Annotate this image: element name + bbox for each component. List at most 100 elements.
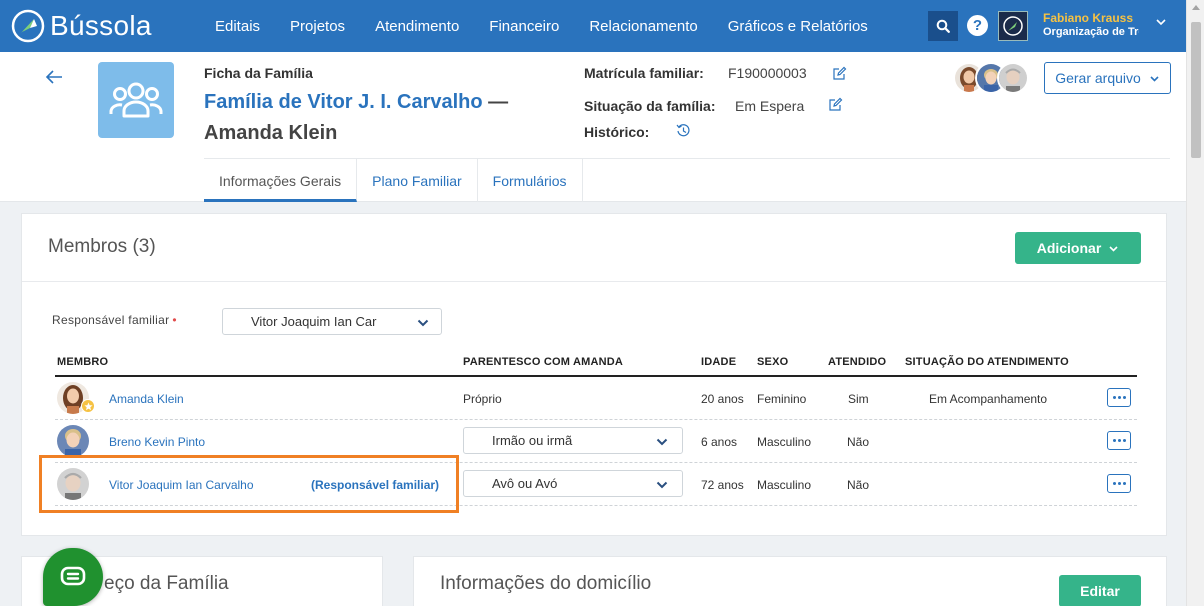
row-separator bbox=[55, 419, 1137, 420]
tab-informacoes-gerais[interactable]: Informações Gerais bbox=[204, 159, 358, 202]
add-member-button[interactable]: Adicionar bbox=[1015, 232, 1141, 264]
family-title-rest: Amanda Klein bbox=[204, 122, 338, 144]
member-sexo: Masculino bbox=[757, 478, 812, 492]
matricula-value: F190000003 bbox=[728, 65, 807, 81]
user-menu[interactable]: Fabiano Krauss Organização de Tre bbox=[1043, 11, 1139, 39]
member-atendido: Não bbox=[847, 435, 870, 449]
member-sexo: Feminino bbox=[757, 392, 807, 406]
org-compass-icon bbox=[1003, 16, 1023, 36]
edit-domicilio-button[interactable]: Editar bbox=[1059, 575, 1141, 606]
nav-item-relacionamento[interactable]: Relacionamento bbox=[589, 18, 697, 35]
situacao-value: Em Espera bbox=[735, 98, 805, 114]
nav-item-financeiro[interactable]: Financeiro bbox=[489, 18, 559, 35]
matricula-label: Matrícula familiar: bbox=[584, 65, 704, 81]
member-idade: 72 anos bbox=[701, 478, 744, 492]
row-actions-button[interactable] bbox=[1107, 474, 1131, 493]
chevron-down-icon bbox=[1150, 75, 1159, 82]
edit-icon[interactable] bbox=[828, 97, 843, 112]
scroll-up-icon[interactable] bbox=[1192, 5, 1200, 10]
member-sexo: Masculino bbox=[757, 435, 812, 449]
table-header-line bbox=[55, 375, 1137, 377]
responsavel-label-text: Responsável familiar bbox=[52, 313, 170, 327]
chevron-down-icon bbox=[1109, 245, 1118, 252]
domicilio-title: Informações do domicílio bbox=[440, 573, 652, 594]
avatar bbox=[997, 62, 1029, 94]
member-idade: 6 anos bbox=[701, 435, 738, 449]
responsavel-select[interactable]: Vitor Joaquim Ian Car bbox=[222, 308, 442, 335]
required-marker: • bbox=[172, 313, 177, 327]
situacao-label: Situação da família: bbox=[584, 98, 716, 114]
parentesco-select-value: Avô ou Avó bbox=[492, 476, 558, 491]
member-name[interactable]: Breno Kevin Pinto bbox=[109, 435, 205, 449]
row-actions-button[interactable] bbox=[1107, 431, 1131, 450]
main-nav: Editais Projetos Atendimento Financeiro … bbox=[200, 0, 883, 52]
address-title: eço da Família bbox=[104, 573, 229, 594]
highlight-box bbox=[39, 455, 459, 513]
edit-icon[interactable] bbox=[832, 66, 847, 81]
member-atendido: Sim bbox=[848, 392, 869, 406]
chevron-down-icon[interactable] bbox=[1155, 16, 1167, 28]
col-header-atendido: ATENDIDO bbox=[828, 356, 887, 368]
member-parentesco: Próprio bbox=[463, 392, 502, 406]
family-avatar bbox=[98, 62, 174, 138]
family-header: Ficha da Família Família de Vitor J. I. … bbox=[0, 52, 1186, 202]
responsavel-select-value: Vitor Joaquim Ian Car bbox=[251, 314, 377, 329]
add-member-label: Adicionar bbox=[1036, 240, 1102, 256]
col-header-sexo: SEXO bbox=[757, 356, 789, 368]
family-title-link[interactable]: Família de Vitor J. I. Carvalho bbox=[204, 91, 483, 113]
tab-plano-familiar[interactable]: Plano Familiar bbox=[357, 159, 478, 202]
history-icon[interactable] bbox=[676, 123, 691, 138]
search-button[interactable] bbox=[928, 11, 958, 41]
parentesco-select[interactable]: Irmão ou irmã bbox=[463, 427, 683, 454]
help-button[interactable]: ? bbox=[967, 15, 988, 36]
parentesco-select-value: Irmão ou irmã bbox=[492, 433, 573, 448]
nav-item-projetos[interactable]: Projetos bbox=[290, 18, 345, 35]
compass-logo-icon bbox=[11, 9, 45, 43]
members-title: Membros (3) bbox=[48, 236, 156, 257]
app-name: Bússola bbox=[50, 10, 152, 41]
user-org: Organização de Tre bbox=[1043, 26, 1139, 38]
nav-item-editais[interactable]: Editais bbox=[215, 18, 260, 35]
historico-label: Histórico: bbox=[584, 124, 650, 140]
search-icon bbox=[936, 19, 950, 33]
parentesco-select[interactable]: Avô ou Avó bbox=[463, 470, 683, 497]
app-logo[interactable]: Bússola bbox=[10, 8, 152, 44]
chevron-down-icon bbox=[417, 319, 429, 327]
page-scrollbar[interactable] bbox=[1186, 0, 1204, 606]
responsavel-label: Responsável familiar • bbox=[52, 313, 177, 327]
ficha-label: Ficha da Família bbox=[204, 65, 313, 81]
gerar-arquivo-button[interactable]: Gerar arquivo bbox=[1044, 62, 1171, 94]
star-icon bbox=[81, 399, 95, 413]
scroll-thumb[interactable] bbox=[1191, 22, 1201, 158]
family-avatars[interactable] bbox=[953, 62, 1029, 96]
member-situacao: Em Acompanhamento bbox=[929, 392, 1048, 406]
gerar-arquivo-label: Gerar arquivo bbox=[1055, 70, 1141, 86]
col-header-situacao: SITUAÇÃO DO ATENDIMENTO bbox=[905, 356, 1069, 368]
nav-item-atendimento[interactable]: Atendimento bbox=[375, 18, 459, 35]
col-header-membro: MEMBRO bbox=[57, 356, 109, 368]
col-header-parentesco: PARENTESCO COM AMANDA bbox=[463, 356, 624, 368]
col-header-idade: IDADE bbox=[701, 356, 737, 368]
group-icon bbox=[109, 82, 163, 118]
org-logo[interactable] bbox=[998, 11, 1028, 41]
tab-formularios[interactable]: Formulários bbox=[478, 159, 583, 202]
user-name: Fabiano Krauss bbox=[1043, 11, 1134, 25]
top-navbar: Bússola Editais Projetos Atendimento Fin… bbox=[0, 0, 1186, 52]
chevron-down-icon bbox=[656, 438, 668, 446]
nav-item-graficos[interactable]: Gráficos e Relatórios bbox=[728, 18, 868, 35]
member-atendido: Não bbox=[847, 478, 870, 492]
arrow-left-icon[interactable] bbox=[44, 67, 64, 87]
tabs: Informações Gerais Plano Familiar Formul… bbox=[204, 159, 583, 202]
member-name[interactable]: Amanda Klein bbox=[109, 392, 184, 406]
title-dash: — bbox=[482, 91, 509, 113]
domicilio-card: Informações do domicílio Editar bbox=[413, 556, 1167, 606]
card-divider bbox=[22, 281, 1166, 282]
avatar bbox=[57, 425, 89, 457]
help-icon: ? bbox=[972, 17, 983, 34]
chat-button[interactable] bbox=[43, 548, 103, 606]
chevron-down-icon bbox=[656, 481, 668, 489]
chat-icon bbox=[60, 566, 86, 586]
row-actions-button[interactable] bbox=[1107, 388, 1131, 407]
page-title: Família de Vitor J. I. Carvalho — Amanda… bbox=[204, 87, 554, 149]
member-idade: 20 anos bbox=[701, 392, 744, 406]
